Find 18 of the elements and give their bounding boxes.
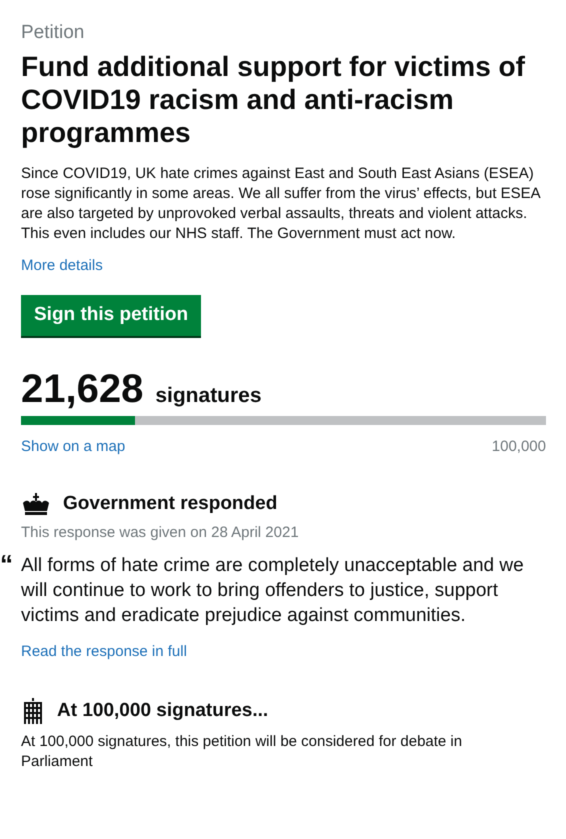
- petition-title: Fund additional support for victims of COVID19 racism and anti-racism programmes: [21, 50, 526, 149]
- page-caption: Petition: [21, 22, 86, 44]
- petition-summary: Since COVID19, UK hate crimes against East and South East Asians (ESEA) rose significantly in some areas. We all suffer from the virus’ effects, but ESEA are also targeted by unprovoked verbal assaults, threats and violent attacks. This even includes our NHS staff. The Government must act now.: [21, 164, 542, 244]
- sign-button[interactable]: Sign this petition: [21, 295, 202, 336]
- portcullis-icon: [21, 698, 45, 724]
- crown-icon: [21, 493, 51, 515]
- read-response-link[interactable]: Read the response in full: [21, 643, 187, 660]
- response-quote: All forms of hate crime are completely unacceptable and we will continue to work to bring offenders to justice, support victims and eradicate prejudice against communities.: [21, 554, 525, 628]
- map-link[interactable]: Show on a map: [21, 437, 126, 457]
- quote-mark: “: [0, 551, 13, 577]
- target-count: 100,000: [492, 437, 546, 457]
- debate-heading: At 100,000 signatures...: [57, 700, 268, 722]
- response-date: This response was given on 28 April 2021: [21, 524, 299, 541]
- signatures-label: signatures: [155, 384, 262, 408]
- response-heading: Government responded: [63, 493, 278, 515]
- debate-text: At 100,000 signatures, this petition will be considered for debate in Parliament: [21, 732, 464, 772]
- signature-count: 21,628: [21, 368, 144, 410]
- more-details-link[interactable]: More details: [21, 257, 103, 274]
